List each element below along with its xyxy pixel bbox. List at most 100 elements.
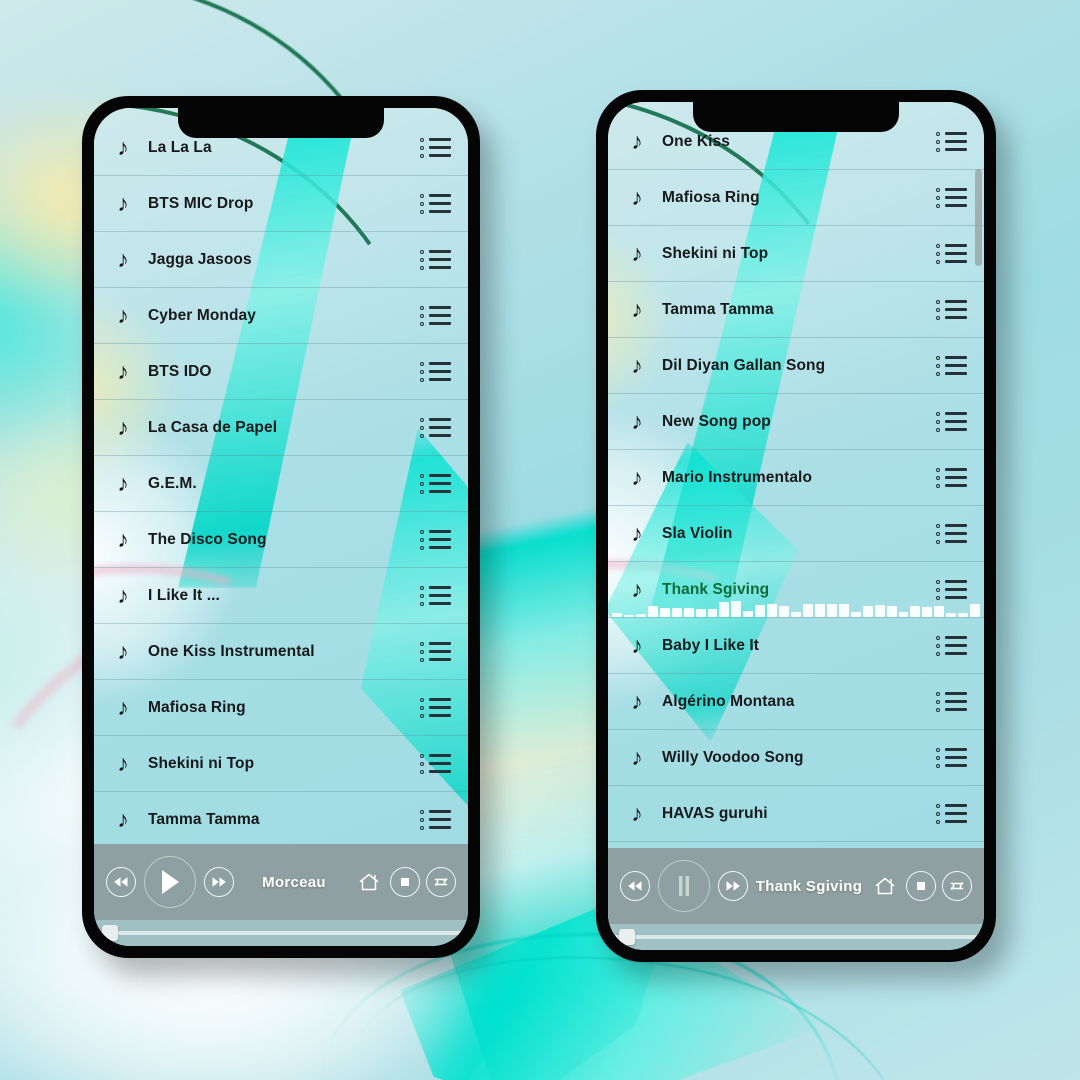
playlist-menu-icon[interactable] bbox=[420, 248, 454, 272]
track-row[interactable]: ♪ Thank Sgiving bbox=[608, 562, 984, 618]
track-row[interactable]: ♪ Tamma Tamma bbox=[608, 282, 984, 338]
phone-right-seek-bar[interactable] bbox=[608, 924, 984, 950]
track-title: BTS MIC Drop bbox=[148, 194, 254, 212]
phone-right-tracklist[interactable]: ♪ One Kiss ♪ Mafiosa Ring ♪ Shekini ni Top ♪ Ta… bbox=[608, 102, 984, 848]
track-row[interactable]: ♪ BTS MIC Drop bbox=[94, 176, 468, 232]
music-note-icon: ♪ bbox=[117, 414, 129, 440]
music-note-icon: ♪ bbox=[631, 576, 643, 602]
playlist-menu-icon[interactable] bbox=[420, 304, 454, 328]
playlist-menu-icon[interactable] bbox=[420, 472, 454, 496]
track-title: Baby I Like It bbox=[662, 636, 760, 654]
playlist-menu-icon[interactable] bbox=[420, 640, 454, 664]
music-note-icon: ♪ bbox=[117, 190, 129, 216]
repeat-button[interactable] bbox=[942, 871, 972, 901]
track-row[interactable]: ♪ Tamma Tamma bbox=[94, 792, 468, 844]
phone-left-right-controls bbox=[354, 867, 456, 897]
playlist-menu-icon[interactable] bbox=[936, 802, 970, 826]
track-row[interactable]: ♪ Mafiosa Ring bbox=[608, 170, 984, 226]
track-title: Jagga Jasoos bbox=[148, 250, 252, 268]
track-row[interactable]: ♪ New Song pop bbox=[608, 394, 984, 450]
phone-right-device: ♪ One Kiss ♪ Mafiosa Ring ♪ Shekini ni Top ♪ Ta… bbox=[596, 90, 996, 962]
playlist-menu-icon[interactable] bbox=[936, 578, 970, 602]
track-row[interactable]: ♪ BTS IDO bbox=[94, 344, 468, 400]
seek-thumb[interactable] bbox=[619, 929, 636, 945]
music-note-icon: ♪ bbox=[117, 750, 129, 776]
playlist-menu-icon[interactable] bbox=[420, 192, 454, 216]
seek-track[interactable] bbox=[100, 925, 462, 941]
music-note-icon: ♪ bbox=[117, 526, 129, 552]
phone-left-seek-bar[interactable] bbox=[94, 920, 468, 946]
track-row[interactable]: ♪ Mario Instrumentalo bbox=[608, 450, 984, 506]
track-row[interactable]: ♪ La Casa de Papel bbox=[94, 400, 468, 456]
playlist-menu-icon[interactable] bbox=[936, 298, 970, 322]
home-icon[interactable] bbox=[354, 867, 384, 897]
rewind-button[interactable] bbox=[106, 867, 136, 897]
track-row[interactable]: ♪ Algérino Montana bbox=[608, 674, 984, 730]
track-title: Thank Sgiving bbox=[662, 580, 770, 598]
now-playing-title: Morceau bbox=[262, 873, 326, 891]
track-row[interactable]: ♪ Mafiosa Ring bbox=[94, 680, 468, 736]
stop-button[interactable] bbox=[390, 867, 420, 897]
track-row[interactable]: ♪ Jagga Jasoos bbox=[94, 232, 468, 288]
stop-button[interactable] bbox=[906, 871, 936, 901]
music-note-icon: ♪ bbox=[117, 302, 129, 328]
playlist-menu-icon[interactable] bbox=[420, 752, 454, 776]
track-title: La La La bbox=[148, 138, 212, 156]
home-icon[interactable] bbox=[870, 871, 900, 901]
playlist-menu-icon[interactable] bbox=[936, 186, 970, 210]
list-scrollbar[interactable] bbox=[975, 169, 982, 267]
music-note-icon: ♪ bbox=[631, 128, 643, 154]
rewind-button[interactable] bbox=[620, 871, 650, 901]
phone-right-notch bbox=[693, 102, 899, 132]
music-note-icon: ♪ bbox=[117, 134, 129, 160]
playlist-menu-icon[interactable] bbox=[936, 242, 970, 266]
repeat-button[interactable] bbox=[426, 867, 456, 897]
playlist-menu-icon[interactable] bbox=[936, 522, 970, 546]
playlist-menu-icon[interactable] bbox=[420, 528, 454, 552]
phone-left-tracklist[interactable]: ♪ La La La ♪ BTS MIC Drop ♪ Jagga Jasoos ♪ Cybe… bbox=[94, 108, 468, 844]
playlist-menu-icon[interactable] bbox=[936, 410, 970, 434]
track-row[interactable]: ♪ Sla Violin bbox=[608, 506, 984, 562]
track-row[interactable]: ♪ HAVAS guruhi bbox=[608, 786, 984, 842]
track-row[interactable]: ♪ I Like It ... bbox=[94, 568, 468, 624]
music-note-icon: ♪ bbox=[631, 632, 643, 658]
music-note-icon: ♪ bbox=[117, 582, 129, 608]
now-playing-title: Thank Sgiving bbox=[755, 877, 863, 895]
track-title: Algérino Montana bbox=[662, 692, 795, 710]
track-title: I Like It ... bbox=[148, 586, 220, 604]
fast-forward-button[interactable] bbox=[718, 871, 748, 901]
pause-button[interactable] bbox=[658, 860, 710, 912]
phone-left-player-bar: Morceau bbox=[94, 844, 468, 920]
playlist-menu-icon[interactable] bbox=[936, 354, 970, 378]
playlist-menu-icon[interactable] bbox=[420, 808, 454, 832]
play-button[interactable] bbox=[144, 856, 196, 908]
playlist-menu-icon[interactable] bbox=[420, 696, 454, 720]
track-title: Shekini ni Top bbox=[148, 754, 255, 772]
seek-track[interactable] bbox=[614, 929, 978, 945]
track-row[interactable]: ♪ The Disco Song bbox=[94, 512, 468, 568]
track-row[interactable]: ♪ Shekini ni Top bbox=[608, 226, 984, 282]
playlist-menu-icon[interactable] bbox=[936, 746, 970, 770]
track-row[interactable]: ♪ G.E.M. bbox=[94, 456, 468, 512]
playlist-menu-icon[interactable] bbox=[420, 584, 454, 608]
track-row[interactable]: ♪ Willy Voodoo Song bbox=[608, 730, 984, 786]
track-row[interactable]: ♪ Baby I Like It bbox=[608, 618, 984, 674]
music-note-icon: ♪ bbox=[117, 246, 129, 272]
track-row[interactable]: ♪ Cyber Monday bbox=[94, 288, 468, 344]
track-title: BTS IDO bbox=[148, 362, 212, 380]
playlist-menu-icon[interactable] bbox=[420, 360, 454, 384]
track-title: HAVAS guruhi bbox=[662, 804, 768, 822]
playlist-menu-icon[interactable] bbox=[420, 136, 454, 160]
track-row[interactable]: ♪ Shekini ni Top bbox=[94, 736, 468, 792]
fast-forward-button[interactable] bbox=[204, 867, 234, 897]
playlist-menu-icon[interactable] bbox=[936, 466, 970, 490]
playlist-menu-icon[interactable] bbox=[936, 634, 970, 658]
playlist-menu-icon[interactable] bbox=[936, 130, 970, 154]
seek-thumb[interactable] bbox=[101, 925, 118, 941]
playlist-menu-icon[interactable] bbox=[420, 416, 454, 440]
playlist-menu-icon[interactable] bbox=[936, 690, 970, 714]
music-note-icon: ♪ bbox=[631, 464, 643, 490]
track-title: Mafiosa Ring bbox=[662, 188, 760, 206]
track-row[interactable]: ♪ One Kiss Instrumental bbox=[94, 624, 468, 680]
track-row[interactable]: ♪ Dil Diyan Gallan Song bbox=[608, 338, 984, 394]
